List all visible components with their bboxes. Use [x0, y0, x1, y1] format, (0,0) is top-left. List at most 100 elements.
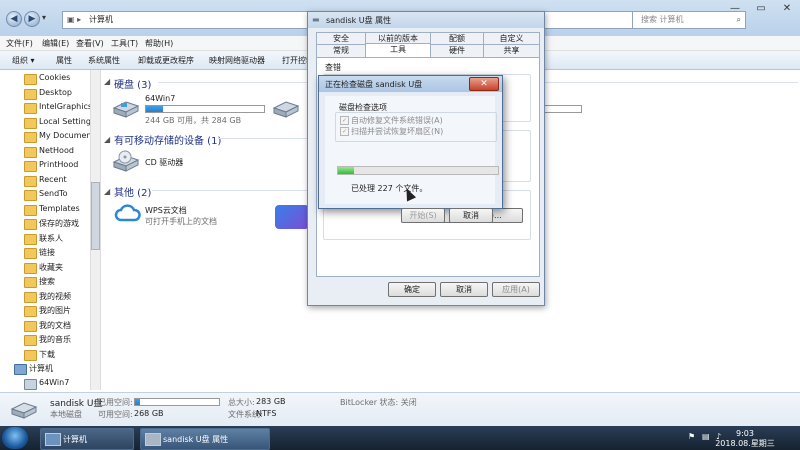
cd-drive-icon — [112, 150, 140, 172]
sidebar-item-label: 保存的游戏 — [39, 219, 79, 228]
taskbar-item-label: 计算机 — [63, 435, 87, 444]
option1-label: 自动修复文件系统错误(A) — [351, 116, 443, 125]
group-header-removable[interactable]: 有可移动存储的设备 (1) — [114, 132, 221, 147]
folder-icon — [24, 103, 37, 114]
taskbar: 计算机 sandisk U盘 属性 ⚑ ▤ ♪ 9:03 2018.08.星期三 — [0, 426, 800, 450]
cd-drive-label[interactable]: CD 驱动器 — [145, 157, 183, 168]
ok-button[interactable]: 确定 — [388, 282, 436, 297]
drive-64win7-icon — [112, 100, 140, 118]
folder-icon — [24, 190, 37, 201]
sidebar-item-label: 64Win7 — [39, 377, 70, 387]
details-total-label: 总大小: — [228, 398, 255, 407]
start-button[interactable]: 开始(S) — [401, 208, 445, 223]
folder-icon — [24, 277, 37, 288]
taskbar-item-label: sandisk U盘 属性 — [163, 435, 229, 444]
sidebar-item-label: SendTo — [39, 189, 68, 198]
group-collapse-icon[interactable]: ◢ — [104, 77, 110, 86]
close-button[interactable]: ✕ — [774, 0, 800, 18]
details-used-label: 已用空间: — [98, 398, 133, 407]
folder-icon — [24, 146, 37, 158]
check-progress-fill — [338, 167, 354, 174]
folder-icon — [24, 204, 37, 216]
sidebar-item-label: 收藏夹 — [39, 262, 63, 272]
organize-button[interactable]: 组织 ▾ — [12, 55, 35, 66]
group-collapse-icon[interactable]: ◢ — [104, 135, 110, 144]
error-check-section-label: 查错 — [325, 63, 341, 72]
menu-view[interactable]: 查看(V) — [76, 38, 104, 49]
forward-icon[interactable]: ▶ — [24, 11, 40, 27]
address-segment[interactable]: 计算机 — [89, 12, 113, 28]
apply-button[interactable]: 应用(A) — [492, 282, 540, 297]
sidebar-item-label: 我的文档 — [39, 320, 71, 330]
drive-64win7-label[interactable]: 64Win7 — [145, 94, 175, 103]
folder-icon — [24, 175, 37, 187]
tray-network-icon[interactable]: ▤ — [702, 432, 710, 441]
menu-tools[interactable]: 工具(T) — [111, 38, 138, 49]
check-disk-titlebar: 正在检查磁盘 sandisk U盘 ✕ — [319, 76, 502, 92]
sidebar-item-label: Local Settings — [39, 116, 96, 126]
minimize-button[interactable]: — — [722, 0, 748, 18]
details-usage-fill — [135, 399, 141, 405]
computer-small-icon: ▣ ▸ — [67, 15, 82, 24]
close-button[interactable]: ✕ — [469, 77, 499, 91]
folder-icon — [24, 291, 37, 303]
menu-help[interactable]: 帮助(H) — [145, 38, 173, 49]
details-name: sandisk U盘 — [50, 399, 103, 409]
tab-tools[interactable]: 工具 — [365, 43, 431, 58]
wps-label[interactable]: WPS云文档 — [145, 205, 187, 216]
navigation-scrollbar-thumb[interactable] — [91, 182, 100, 250]
details-type: 本地磁盘 — [50, 410, 82, 419]
tab-hardware[interactable]: 硬件 — [430, 44, 484, 57]
computer-icon — [45, 433, 61, 446]
folder-icon — [24, 233, 37, 245]
folder-icon — [24, 262, 37, 274]
option2-checkbox[interactable]: ✓ — [340, 127, 349, 136]
details-total-value: 283 GB — [256, 397, 286, 406]
system-properties-button[interactable]: 系统属性 — [88, 55, 120, 66]
taskbar-item-computer[interactable]: 计算机 — [40, 428, 134, 450]
group-header-other[interactable]: 其他 (2) — [114, 184, 151, 199]
group-header-hdd[interactable]: 硬盘 (3) — [114, 76, 151, 91]
details-bitlocker: BitLocker 状态: 关闭 — [340, 398, 417, 407]
option2-label: 扫描并尝试恢复坏扇区(N) — [351, 127, 444, 136]
sidebar-item-label: Desktop — [39, 87, 72, 97]
properties-titlebar: ▬ sandisk U盘 属性 — [308, 12, 544, 28]
maximize-button[interactable]: ▭ — [748, 0, 774, 18]
sidebar-item-label: Cookies — [39, 73, 71, 82]
uninstall-program-button[interactable]: 卸载或更改程序 — [138, 55, 194, 66]
tab-general[interactable]: 常规 — [316, 44, 366, 57]
group-collapse-icon[interactable]: ◢ — [104, 187, 110, 196]
folder-icon — [24, 117, 37, 129]
drive-2-icon — [272, 100, 300, 118]
sidebar-item-label: IntelGraphicsI — [39, 102, 95, 111]
menu-edit[interactable]: 编辑(E) — [42, 38, 69, 49]
back-icon[interactable]: ◀ — [6, 11, 22, 27]
sidebar-item-label: 我的音乐 — [39, 335, 71, 344]
sidebar-item-label: PrintHood — [39, 160, 79, 169]
map-network-drive-button[interactable]: 映射网络驱动器 — [209, 55, 265, 66]
properties-button[interactable]: 属性 — [56, 55, 72, 66]
details-pane: sandisk U盘 本地磁盘 已用空间: 可用空间: 268 GB 总大小: … — [0, 392, 800, 427]
taskbar-item-properties[interactable]: sandisk U盘 属性 — [140, 428, 270, 450]
option1-checkbox[interactable]: ✓ — [340, 116, 349, 125]
folder-icon — [24, 320, 37, 332]
folder-icon — [24, 219, 37, 230]
tab-sharing[interactable]: 共享 — [483, 44, 540, 57]
clock-date: 2018.08.星期三 — [715, 439, 775, 448]
menu-file[interactable]: 文件(F) — [6, 38, 33, 49]
cancel-button[interactable]: 取消 — [449, 208, 493, 223]
tray-flag-icon[interactable]: ⚑ — [688, 432, 695, 441]
cancel-button[interactable]: 取消 — [440, 282, 488, 297]
clock[interactable]: 9:03 2018.08.星期三 — [710, 429, 780, 449]
sidebar-item-label: 联系人 — [39, 233, 63, 243]
folder-icon — [24, 161, 37, 172]
sidebar-item-label: 搜索 — [39, 277, 55, 286]
folder-icon — [24, 132, 37, 143]
details-usage-bar — [134, 398, 220, 406]
folder-icon — [24, 88, 37, 100]
details-free-label: 可用空间: — [98, 410, 133, 419]
recent-pages-chevron-icon[interactable]: ▾ — [42, 13, 46, 22]
clock-time: 9:03 — [736, 429, 754, 438]
check-progress-bar — [337, 166, 499, 175]
start-button[interactable] — [2, 427, 28, 449]
